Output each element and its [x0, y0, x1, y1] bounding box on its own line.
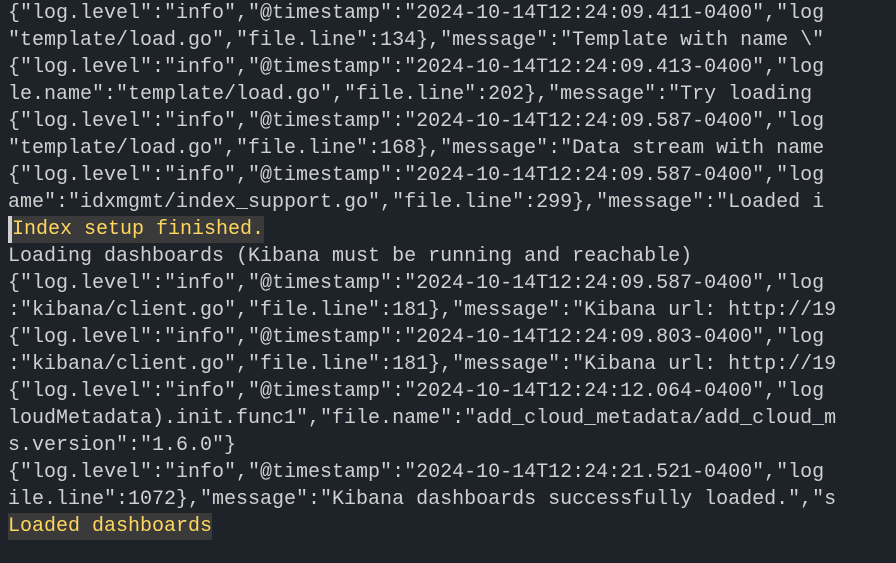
log-line: {"log.level":"info","@timestamp":"2024-1… — [8, 324, 896, 351]
log-line: ile.line":1072},"message":"Kibana dashbo… — [8, 486, 896, 513]
loaded-dashboards-line: Loaded dashboards — [8, 513, 896, 540]
log-line: {"log.level":"info","@timestamp":"2024-1… — [8, 108, 896, 135]
log-line: "template/load.go","file.line":134},"mes… — [8, 27, 896, 54]
log-line: {"log.level":"info","@timestamp":"2024-1… — [8, 378, 896, 405]
log-line: ame":"idxmgmt/index_support.go","file.li… — [8, 189, 896, 216]
log-line: :"kibana/client.go","file.line":181},"me… — [8, 297, 896, 324]
log-line: le.name":"template/load.go","file.line":… — [8, 81, 896, 108]
terminal-output: {"log.level":"info","@timestamp":"2024-1… — [0, 0, 896, 540]
log-line: {"log.level":"info","@timestamp":"2024-1… — [8, 54, 896, 81]
log-line: {"log.level":"info","@timestamp":"2024-1… — [8, 0, 896, 27]
log-line: s.version":"1.6.0"} — [8, 432, 896, 459]
loaded-dashboards-text: Loaded dashboards — [8, 513, 212, 540]
log-line: {"log.level":"info","@timestamp":"2024-1… — [8, 459, 896, 486]
index-setup-finished-line: Index setup finished. — [8, 216, 896, 243]
log-line: {"log.level":"info","@timestamp":"2024-1… — [8, 270, 896, 297]
index-setup-finished-text: Index setup finished. — [12, 216, 264, 243]
log-line: loudMetadata).init.func1","file.name":"a… — [8, 405, 896, 432]
loading-dashboards-line: Loading dashboards (Kibana must be runni… — [8, 243, 896, 270]
log-line: "template/load.go","file.line":168},"mes… — [8, 135, 896, 162]
log-line: {"log.level":"info","@timestamp":"2024-1… — [8, 162, 896, 189]
log-line: :"kibana/client.go","file.line":181},"me… — [8, 351, 896, 378]
